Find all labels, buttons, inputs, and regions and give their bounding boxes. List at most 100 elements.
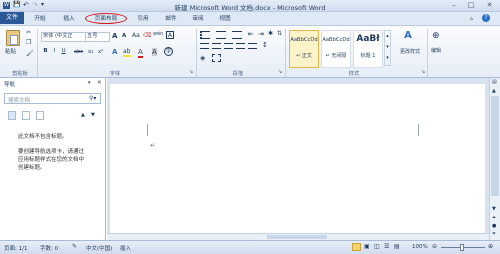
distributed-icon[interactable] [248, 43, 257, 49]
maximize-button[interactable]: □ [463, 1, 479, 10]
view-outline-icon[interactable]: ☰ [384, 243, 389, 250]
text-cursor: ↵ [150, 142, 156, 149]
styles-dialog-launcher-icon[interactable]: ↘ [421, 69, 425, 75]
numbering-icon[interactable] [216, 31, 226, 39]
view-print-layout-icon[interactable] [352, 243, 361, 251]
ruler-toggle-icon[interactable]: ▤ [492, 79, 497, 85]
style-heading1[interactable]: AaBł 标题 1 [353, 30, 383, 68]
highlight-circle [85, 13, 127, 24]
nav-next-icon[interactable]: ▼ [91, 112, 95, 118]
browse-object-icon[interactable]: ● [492, 223, 496, 229]
nav-tab-headings[interactable] [8, 111, 16, 120]
hscroll-thumb[interactable] [267, 235, 327, 239]
font-name-select[interactable]: 宋体 (中文正 [41, 32, 86, 42]
proofing-icon[interactable]: ✎ [72, 243, 77, 250]
status-page[interactable]: 页面: 1/1 [4, 244, 27, 252]
zoom-slider-thumb[interactable] [460, 244, 464, 251]
search-icon[interactable]: ⚲▾ [89, 95, 96, 102]
status-language[interactable]: 中文(中国) [86, 244, 112, 252]
justify-icon[interactable] [236, 43, 245, 49]
cut-icon[interactable]: ✂ [26, 29, 31, 36]
tab-file[interactable]: 文件 [0, 12, 24, 24]
collapse-ribbon-icon[interactable]: ▵ [470, 15, 473, 22]
font-color-icon[interactable]: A [138, 48, 143, 58]
find-binoculars-icon[interactable]: ⊕ [432, 31, 440, 41]
decrease-indent-icon[interactable]: ⇤ [248, 30, 254, 38]
format-painter-icon[interactable]: 🖌 [26, 50, 34, 57]
grow-font-icon[interactable]: A [112, 32, 117, 40]
bullets-icon[interactable] [200, 31, 210, 39]
highlight-icon[interactable]: ab [123, 48, 131, 57]
prev-page-icon[interactable]: ⏶ [492, 215, 496, 221]
vertical-scrollbar[interactable]: ▤ ▲ ▼ ⏶ ● ⏷ [489, 78, 500, 240]
help-icon[interactable]: ? [482, 14, 490, 22]
nav-close-icon[interactable]: ✕ [97, 80, 102, 86]
nav-tab-pages[interactable] [22, 111, 30, 120]
shrink-font-icon[interactable]: A [122, 33, 126, 39]
strikethrough-icon[interactable]: abc [74, 49, 83, 55]
enclose-char-icon[interactable]: 字 [164, 47, 173, 56]
change-styles-icon[interactable]: A [401, 30, 415, 44]
borders-icon[interactable] [212, 54, 221, 62]
paste-button-label[interactable]: 粘贴 [5, 47, 16, 55]
style-heading1-name: 标题 1 [360, 53, 376, 59]
phonetic-guide-icon[interactable]: wén [153, 31, 163, 37]
view-fullscreen-icon[interactable]: ▣ [364, 243, 370, 250]
style-normal[interactable]: AaBbCcDd ↵ 正文 [289, 30, 319, 68]
zoom-slider[interactable] [441, 244, 485, 251]
align-left-icon[interactable] [200, 43, 209, 49]
font-dialog-launcher-icon[interactable]: ↘ [189, 69, 193, 75]
char-border-icon[interactable]: A [166, 31, 174, 39]
next-page-icon[interactable]: ⏷ [492, 231, 496, 237]
status-mode[interactable]: 插入 [120, 244, 131, 252]
close-button[interactable]: ✕ [480, 1, 499, 10]
tab-view[interactable]: 视图 [214, 14, 236, 24]
nav-prev-icon[interactable]: ▲ [81, 112, 85, 118]
tab-insert[interactable]: 插入 [58, 14, 80, 24]
tab-references[interactable]: 引用 [132, 14, 154, 24]
shading-icon[interactable]: ◈ [200, 54, 205, 62]
document-page[interactable]: ↵ [110, 84, 485, 244]
styles-scroll[interactable]: ▴ ▾ ▾ [384, 30, 391, 66]
copy-icon[interactable]: ❐ [26, 39, 31, 46]
editing-button-label[interactable]: 编辑 [431, 47, 447, 54]
change-case-icon[interactable]: Aa [132, 32, 140, 39]
view-draft-icon[interactable]: ▤ [394, 243, 400, 250]
tab-home[interactable]: 开始 [29, 14, 51, 24]
status-words[interactable]: 字数: 0 [40, 244, 58, 252]
tab-mailings[interactable]: 邮件 [160, 14, 182, 24]
increase-indent-icon[interactable]: ⇥ [258, 30, 264, 38]
nav-search-input[interactable]: 搜索文档 ⚲▾ [4, 93, 101, 104]
tab-review[interactable]: 审阅 [187, 14, 209, 24]
multilevel-list-icon[interactable] [232, 31, 242, 39]
chinese-layout-icon[interactable]: ✱ [268, 30, 273, 37]
zoom-out-icon[interactable]: ⊖ [432, 243, 437, 250]
nav-menu-icon[interactable]: ▾ [88, 80, 91, 86]
clear-format-icon[interactable]: ⌫ [143, 32, 151, 39]
change-styles-label[interactable]: 更改样式 [396, 48, 424, 55]
text-effects-icon[interactable]: A [112, 48, 117, 56]
line-spacing-icon[interactable]: ↕ [262, 41, 268, 49]
superscript-icon[interactable]: x² [98, 49, 103, 55]
view-web-icon[interactable]: ◫ [374, 243, 380, 250]
bold-icon[interactable]: B [42, 48, 49, 55]
underline-icon[interactable]: U [60, 48, 67, 55]
italic-icon[interactable]: I [51, 48, 58, 55]
char-shading-icon[interactable]: A [152, 48, 157, 56]
zoom-in-icon[interactable]: ⊕ [488, 243, 493, 250]
nav-tab-results[interactable] [36, 111, 44, 120]
minimize-button[interactable]: – [446, 1, 462, 10]
align-right-icon[interactable] [224, 43, 233, 49]
sort-icon[interactable]: ⇅ [277, 30, 282, 37]
scroll-down-icon[interactable]: ▼ [492, 206, 496, 212]
paragraph-dialog-launcher-icon[interactable]: ↘ [278, 69, 282, 75]
font-size-select[interactable]: 五号 [85, 32, 110, 42]
paste-icon[interactable] [6, 30, 20, 46]
vscroll-thumb[interactable] [491, 96, 499, 196]
horizontal-scrollbar[interactable] [107, 233, 489, 240]
style-no-spacing[interactable]: AaBbCcDd ↵ 无间隔 [321, 30, 351, 68]
subscript-icon[interactable]: x₂ [88, 49, 93, 55]
scroll-up-icon[interactable]: ▲ [492, 88, 496, 94]
status-zoom[interactable]: 100% [412, 244, 428, 250]
align-center-icon[interactable] [212, 43, 221, 49]
